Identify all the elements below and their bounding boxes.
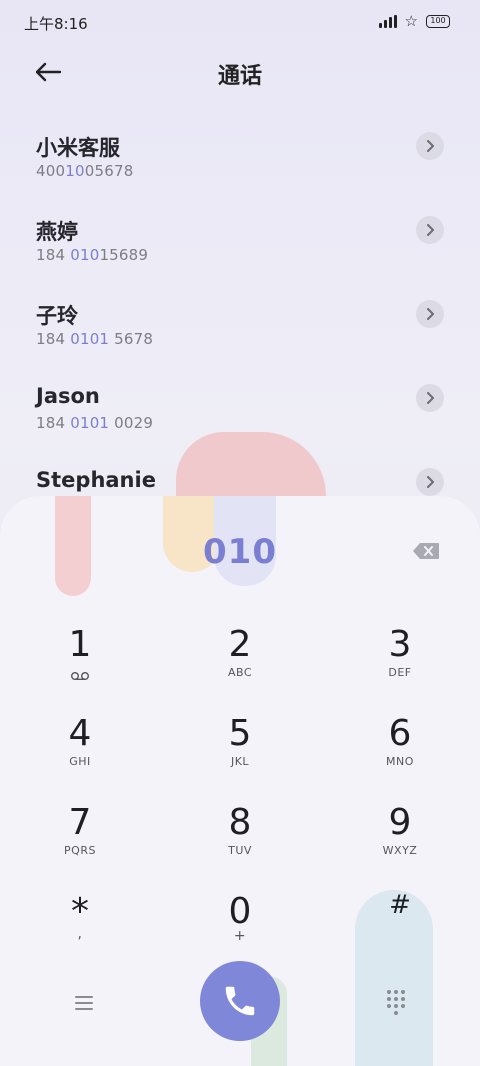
battery-icon: 100	[426, 14, 450, 28]
chevron-right-icon	[427, 308, 434, 320]
contact-number: 4001005678	[36, 162, 133, 180]
dialpad-icon	[401, 1003, 405, 1008]
key-star[interactable]: * ,	[20, 891, 140, 967]
number-match: 0101	[70, 330, 110, 348]
chevron-right-icon	[427, 476, 434, 488]
menu-icon	[75, 1008, 93, 1010]
number-part: 5678	[109, 330, 154, 348]
dialpad-toggle-button[interactable]	[382, 988, 410, 1016]
menu-button[interactable]	[64, 988, 104, 1018]
key-digit: 4	[68, 713, 92, 754]
phone-icon	[225, 986, 255, 1016]
key-hash[interactable]: #	[340, 884, 460, 960]
contact-number: 184 01015689	[36, 246, 148, 264]
dialpad-icon	[394, 996, 398, 1001]
key-9[interactable]: 9 WXYZ	[340, 802, 460, 878]
contact-name: 子玲	[36, 304, 78, 328]
menu-icon	[75, 996, 93, 998]
number-match: 010	[70, 246, 100, 264]
key-7[interactable]: 7 PQRS	[20, 802, 140, 878]
key-letters: MNO	[386, 755, 414, 768]
number-part: 15689	[99, 246, 149, 264]
key-0[interactable]: 0 +	[180, 891, 300, 967]
backspace-button[interactable]	[412, 542, 440, 560]
number-part: 0029	[109, 414, 154, 432]
key-digit: 9	[388, 802, 412, 843]
contact-detail-button[interactable]	[416, 132, 444, 160]
contact-name: 燕婷	[36, 220, 78, 244]
key-letters: DEF	[388, 666, 412, 679]
key-6[interactable]: 6 MNO	[340, 713, 460, 789]
voicemail-icon	[71, 672, 89, 681]
call-button[interactable]	[200, 961, 280, 1041]
key-letters: +	[233, 928, 247, 944]
dialpad-sheet: 010 1 2 ABC 3 DEF 4 GHI 5 JKL 6 MNO 7 PQ…	[0, 496, 480, 1066]
key-digit: #	[389, 890, 411, 920]
contact-detail-button[interactable]	[416, 468, 444, 496]
key-8[interactable]: 8 TUV	[180, 802, 300, 878]
key-letters: JKL	[230, 755, 250, 768]
dialpad-icon	[387, 1003, 391, 1008]
number-part: 184	[36, 246, 71, 264]
key-4[interactable]: 4 GHI	[20, 713, 140, 789]
contact-name: Stephanie	[36, 468, 156, 492]
key-digit: 8	[228, 802, 252, 843]
contact-detail-button[interactable]	[416, 216, 444, 244]
number-part: 400	[36, 162, 66, 180]
dialpad-icon	[394, 1003, 398, 1008]
key-letters: TUV	[228, 844, 252, 857]
contact-detail-button[interactable]	[416, 300, 444, 328]
key-letters: ABC	[227, 666, 253, 679]
dialpad-icon	[401, 989, 405, 994]
key-digit: 0	[228, 891, 252, 932]
key-1[interactable]: 1	[20, 624, 140, 700]
contact-detail-button[interactable]	[416, 384, 444, 412]
key-digit: 3	[388, 624, 412, 665]
dialpad-icon	[394, 1010, 398, 1015]
number-part: 184	[36, 414, 71, 432]
key-digit: 5	[228, 713, 252, 754]
dial-number-display[interactable]: 010	[0, 532, 480, 572]
status-bar: 上午8:16 ☆ 100	[0, 0, 480, 44]
star-icon: ☆	[404, 12, 418, 30]
dialpad-icon	[394, 989, 398, 994]
key-2[interactable]: 2 ABC	[180, 624, 300, 700]
dialpad-icon	[387, 989, 391, 994]
contact-item[interactable]: 小米客服 4001005678	[0, 118, 480, 202]
contact-item[interactable]: 子玲 184 0101 5678	[0, 286, 480, 370]
contact-number: 184 0101 5678	[36, 330, 153, 348]
key-3[interactable]: 3 DEF	[340, 624, 460, 700]
contact-name: Jason	[36, 384, 100, 408]
key-5[interactable]: 5 JKL	[180, 713, 300, 789]
contact-number: 184 0101 0029	[36, 414, 153, 432]
key-letters: WXYZ	[382, 844, 418, 857]
contact-item[interactable]: 燕婷 184 01015689	[0, 202, 480, 286]
dialpad-icon	[387, 996, 391, 1001]
key-letters: ,	[77, 926, 83, 942]
key-digit: 2	[228, 624, 252, 665]
dialpad-icon	[401, 996, 405, 1001]
key-digit: 1	[68, 624, 92, 665]
backspace-icon	[413, 543, 439, 559]
signal-icon	[378, 14, 397, 28]
page-title: 通话	[217, 64, 262, 89]
chevron-right-icon	[427, 140, 434, 152]
menu-icon	[75, 1002, 93, 1004]
status-icons: ☆ 100	[378, 12, 450, 30]
number-match: 0101	[70, 414, 110, 432]
number-part: 05678	[84, 162, 134, 180]
chevron-right-icon	[427, 392, 434, 404]
status-time: 上午8:16	[24, 15, 88, 33]
key-letters: PQRS	[64, 844, 96, 857]
contact-name: 小米客服	[36, 136, 120, 160]
number-match: 10	[65, 162, 85, 180]
key-digit: 6	[388, 713, 412, 754]
key-digit: 7	[68, 802, 92, 843]
chevron-right-icon	[427, 224, 434, 236]
number-part: 184	[36, 330, 71, 348]
key-letters: GHI	[69, 755, 91, 768]
